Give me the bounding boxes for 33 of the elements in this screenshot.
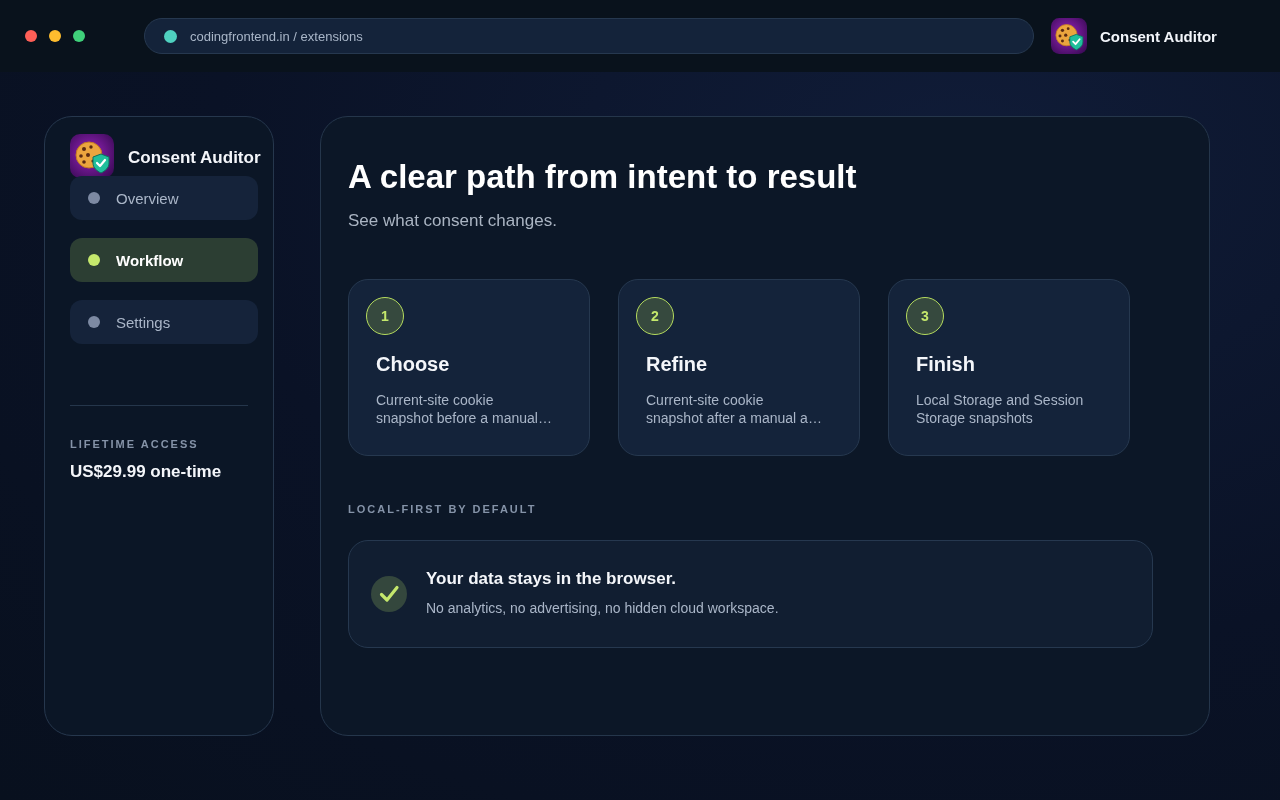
- address-bar[interactable]: codingfrontend.in / extensions: [144, 18, 1034, 54]
- close-window-icon[interactable]: [25, 30, 37, 42]
- maximize-window-icon[interactable]: [73, 30, 85, 42]
- notice-description: No analytics, no advertising, no hidden cloud workspace.: [426, 598, 779, 617]
- app-name: Consent Auditor: [1100, 27, 1217, 45]
- step-description: Local Storage and Session Storage snapshots: [916, 391, 1084, 427]
- step-title: Choose: [376, 352, 451, 377]
- url-text: codingfrontend.in / extensions: [190, 28, 363, 44]
- cookie-shield-icon: [70, 134, 114, 178]
- page-title: A clear path from intent to result: [348, 157, 858, 197]
- nav-dot-icon: [88, 192, 100, 204]
- cookie-shield-icon: [1051, 18, 1087, 54]
- site-status-icon: [164, 29, 177, 43]
- nav-item[interactable]: Workflow: [70, 238, 258, 282]
- step-title: Finish: [916, 352, 976, 377]
- step-description: Current-site cookie snapshot after a manual a…: [646, 391, 822, 427]
- step-number: 1: [366, 297, 404, 335]
- check-icon: [371, 576, 407, 612]
- notice-title: Your data stays in the browser.: [426, 567, 678, 590]
- page-subtitle: See what consent changes.: [348, 210, 558, 232]
- plan-label: LIFETIME ACCESS: [70, 438, 200, 450]
- step-number: 2: [636, 297, 674, 335]
- nav-dot-icon: [88, 254, 100, 266]
- nav-item[interactable]: Overview: [70, 176, 258, 220]
- app-name: Consent Auditor: [128, 148, 261, 168]
- step-number: 3: [906, 297, 944, 335]
- plan-price: US$29.99 one-time: [70, 462, 223, 482]
- section-label: LOCAL-FIRST BY DEFAULT: [348, 503, 538, 515]
- nav-dot-icon: [88, 316, 100, 328]
- nav-item[interactable]: Settings: [70, 300, 258, 344]
- step-title: Refine: [646, 352, 709, 377]
- step-description: Current-site cookie snapshot before a manual…: [376, 391, 552, 427]
- minimize-window-icon[interactable]: [49, 30, 61, 42]
